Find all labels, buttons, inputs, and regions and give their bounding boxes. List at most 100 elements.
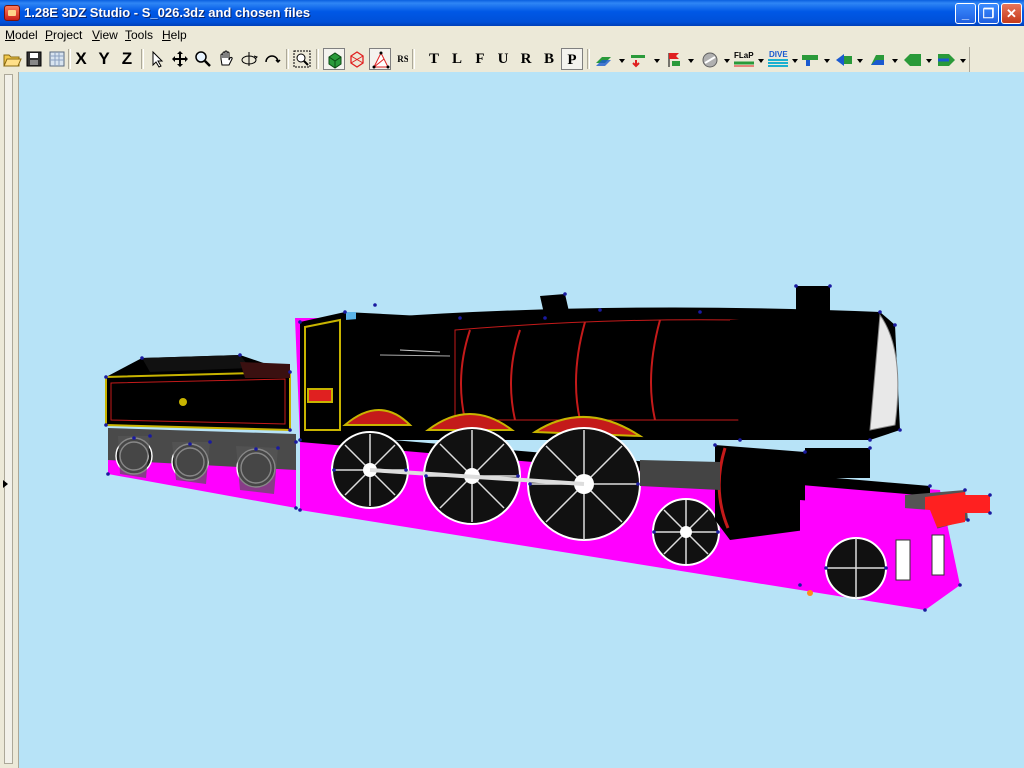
vertex-point[interactable] bbox=[798, 583, 802, 587]
menu-help[interactable]: Help bbox=[162, 28, 187, 42]
vertex-point[interactable] bbox=[458, 316, 462, 320]
axis-y-button[interactable]: Y bbox=[93, 48, 115, 70]
vertex-point[interactable] bbox=[958, 583, 962, 587]
vertex-point[interactable] bbox=[104, 375, 108, 379]
locomotive-model[interactable] bbox=[19, 72, 1024, 768]
vertex-view-button[interactable] bbox=[369, 48, 391, 70]
vertex-point[interactable] bbox=[794, 284, 798, 288]
select-button[interactable] bbox=[146, 48, 168, 70]
rotate-button[interactable] bbox=[238, 48, 260, 70]
vertex-point[interactable] bbox=[828, 284, 832, 288]
minimize-button[interactable]: _ bbox=[955, 3, 976, 24]
vertex-point[interactable] bbox=[424, 474, 428, 478]
vertex-point[interactable] bbox=[238, 353, 242, 357]
vertex-point[interactable] bbox=[923, 608, 927, 612]
vertex-point[interactable] bbox=[563, 292, 567, 296]
menu-bar: Model Project View Tools Help bbox=[0, 26, 1024, 45]
vertex-point[interactable] bbox=[298, 508, 302, 512]
vertex-point[interactable] bbox=[636, 482, 640, 486]
layer-tool-icon bbox=[596, 57, 611, 66]
vertex-point[interactable] bbox=[738, 438, 742, 442]
view-front-button[interactable]: F bbox=[469, 48, 491, 70]
side-panel-splitter[interactable] bbox=[4, 74, 13, 764]
3d-viewport[interactable] bbox=[19, 72, 1024, 768]
view-top-button[interactable]: T bbox=[423, 48, 445, 70]
move-button[interactable] bbox=[169, 48, 191, 70]
vertex-point[interactable] bbox=[898, 428, 902, 432]
vertex-point[interactable] bbox=[803, 450, 807, 454]
vertex-point[interactable] bbox=[104, 423, 108, 427]
save-button[interactable] bbox=[23, 48, 45, 70]
expand-panel-icon[interactable] bbox=[3, 480, 8, 488]
title-bar[interactable]: 1.28E 3DZ Studio - S_026.3dz and chosen … bbox=[0, 0, 1024, 26]
vertex-point[interactable] bbox=[963, 488, 967, 492]
vertex-point[interactable] bbox=[288, 428, 292, 432]
vertex-point[interactable] bbox=[988, 493, 992, 497]
pan-button[interactable] bbox=[215, 48, 237, 70]
vertex-point[interactable] bbox=[893, 323, 897, 327]
zoom-button[interactable] bbox=[192, 48, 214, 70]
axis-x-button[interactable]: X bbox=[70, 48, 92, 70]
drop-tool-icon bbox=[631, 55, 645, 68]
vertex-point[interactable] bbox=[298, 320, 302, 324]
dive-icon: DIVE bbox=[768, 50, 788, 67]
vertex-point[interactable] bbox=[288, 370, 292, 374]
vertex-point[interactable] bbox=[652, 530, 656, 534]
view-back-button[interactable]: B bbox=[538, 48, 560, 70]
axis-z-button[interactable]: Z bbox=[116, 48, 138, 70]
vertex-point[interactable] bbox=[188, 442, 192, 446]
menu-view[interactable]: View bbox=[92, 28, 118, 42]
vertex-point[interactable] bbox=[598, 308, 602, 312]
vertex-point[interactable] bbox=[878, 310, 882, 314]
orbit-button[interactable] bbox=[261, 48, 283, 70]
vertex-point[interactable] bbox=[966, 518, 970, 522]
vertex-point[interactable] bbox=[824, 566, 828, 570]
menu-tools[interactable]: Tools bbox=[125, 28, 153, 42]
vertex-point[interactable] bbox=[106, 472, 110, 476]
vertex-point[interactable] bbox=[276, 446, 280, 450]
app-icon[interactable] bbox=[4, 5, 20, 21]
toolbar-separator bbox=[587, 49, 590, 69]
grid-button[interactable] bbox=[46, 48, 68, 70]
push-right-icon bbox=[938, 54, 955, 66]
vertex-point[interactable] bbox=[148, 434, 152, 438]
vertex-point[interactable] bbox=[528, 482, 532, 486]
vertex-point[interactable] bbox=[132, 436, 136, 440]
view-left-button[interactable]: L bbox=[446, 48, 468, 70]
solid-view-button[interactable] bbox=[323, 48, 345, 70]
side-panel-rail[interactable] bbox=[0, 72, 19, 768]
view-right-button[interactable]: R bbox=[515, 48, 537, 70]
vertex-point[interactable] bbox=[698, 310, 702, 314]
vertex-point[interactable] bbox=[404, 468, 408, 472]
vertex-point[interactable] bbox=[868, 438, 872, 442]
maximize-button[interactable]: ❐ bbox=[978, 3, 999, 24]
vertex-point[interactable] bbox=[373, 303, 377, 307]
flap-icon: FLaP bbox=[734, 51, 754, 67]
vertex-point[interactable] bbox=[713, 443, 717, 447]
vertex-point[interactable] bbox=[988, 511, 992, 515]
close-button[interactable]: ✕ bbox=[1001, 3, 1022, 24]
zoom-extents-button[interactable] bbox=[291, 48, 313, 70]
vertex-point[interactable] bbox=[140, 356, 144, 360]
vertex-point[interactable] bbox=[543, 316, 547, 320]
menu-project[interactable]: Project bbox=[45, 28, 82, 42]
vertex-point[interactable] bbox=[298, 438, 302, 442]
vertex-point[interactable] bbox=[343, 310, 347, 314]
vertex-point[interactable] bbox=[294, 506, 298, 510]
view-perspective-button[interactable]: P bbox=[561, 48, 583, 70]
wireframe-button[interactable] bbox=[346, 48, 368, 70]
vertex-point[interactable] bbox=[868, 446, 872, 450]
vertex-point[interactable] bbox=[516, 474, 520, 478]
vertex-point[interactable] bbox=[332, 468, 336, 472]
vertex-point[interactable] bbox=[928, 484, 932, 488]
vertex-point[interactable] bbox=[716, 530, 720, 534]
open-button[interactable] bbox=[1, 48, 23, 70]
vertex-point[interactable] bbox=[884, 566, 888, 570]
svg-text:DIVE: DIVE bbox=[769, 50, 788, 59]
move-icon bbox=[172, 51, 188, 67]
vertex-point[interactable] bbox=[254, 447, 258, 451]
vertex-point[interactable] bbox=[294, 440, 298, 444]
menu-model[interactable]: Model bbox=[5, 28, 38, 42]
view-under-button[interactable]: U bbox=[492, 48, 514, 70]
vertex-point[interactable] bbox=[208, 440, 212, 444]
